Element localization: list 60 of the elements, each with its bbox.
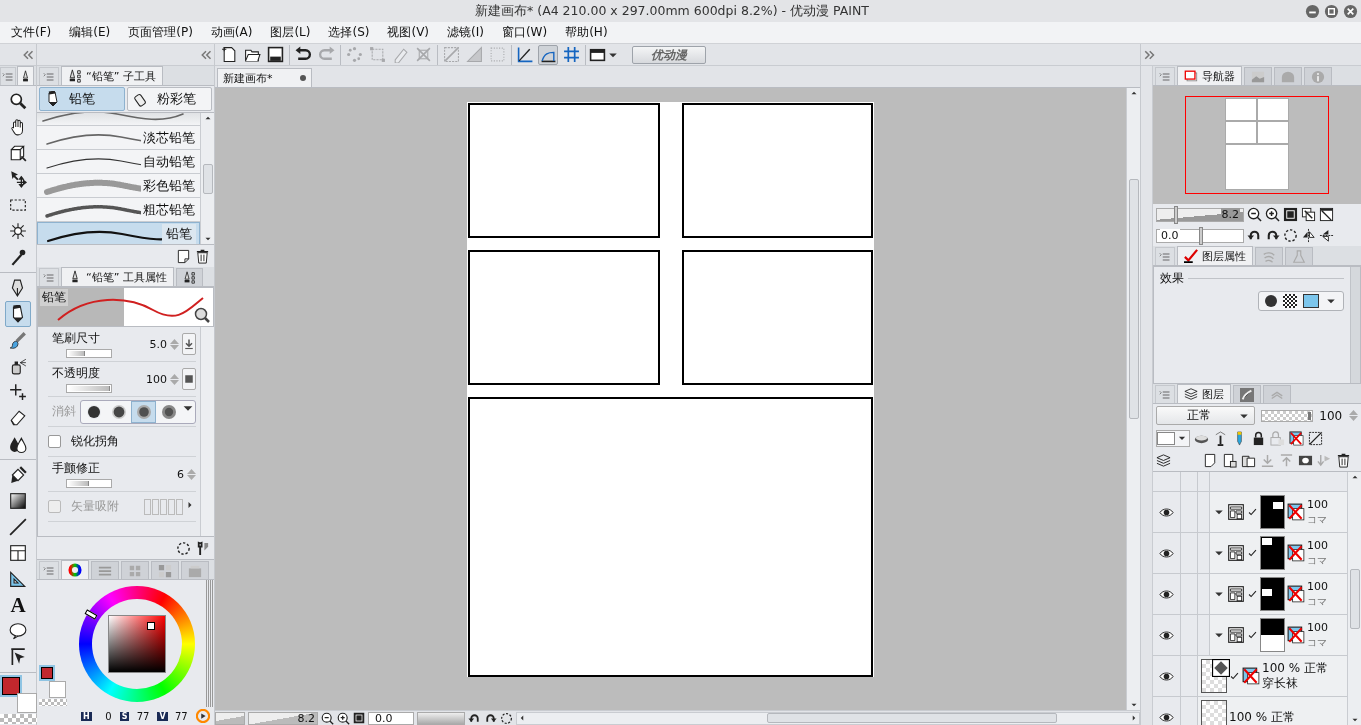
channel-value: 77 bbox=[135, 710, 150, 722]
subtool-group-button[interactable]: 粉彩笔 bbox=[126, 87, 212, 111]
channel-label: V bbox=[157, 711, 168, 721]
section-label: 效果 bbox=[1160, 270, 1184, 287]
layer-opacity: 100 bbox=[1307, 579, 1328, 594]
rotation-box[interactable]: 0.0 bbox=[368, 711, 414, 725]
property-value: 5.0 bbox=[149, 337, 167, 351]
layer-name: コマ bbox=[1307, 513, 1328, 527]
menu-item[interactable]: 图层(L) bbox=[261, 22, 320, 43]
menu-item[interactable]: 视图(V) bbox=[378, 22, 439, 43]
blend-mode-select[interactable]: 正常 bbox=[1156, 406, 1255, 425]
brush-item[interactable]: 铅笔 bbox=[37, 222, 200, 244]
menu-item[interactable]: 选择(S) bbox=[319, 22, 379, 43]
property-label: 不透明度 bbox=[51, 365, 101, 382]
layer-name: コマ bbox=[1307, 595, 1328, 609]
zoom-slider[interactable]: 8.2 bbox=[1156, 207, 1244, 222]
menu-item[interactable]: 滤镜(I) bbox=[438, 22, 493, 43]
tool-button[interactable]: A bbox=[5, 592, 31, 618]
brush-item[interactable]: 淡芯铅笔 bbox=[37, 126, 200, 150]
menu-item[interactable]: 帮助(H) bbox=[556, 22, 617, 43]
property-value: 6 bbox=[177, 467, 184, 481]
checkbox-label: 矢量吸附 bbox=[70, 498, 119, 515]
menu-item[interactable]: 动画(A) bbox=[201, 22, 262, 43]
property-value: 100 bbox=[146, 372, 167, 386]
layer-opacity: 100 bbox=[1307, 538, 1328, 553]
subtool-group-button[interactable]: 铅笔 bbox=[39, 87, 125, 111]
layer-name: コマ bbox=[1307, 636, 1328, 650]
zoom-box[interactable]: 8.2 bbox=[248, 711, 318, 725]
property-label: 笔刷尺寸 bbox=[51, 330, 101, 347]
window-title: 新建画布* (A4 210.00 x 297.00mm 600dpi 8.2%) - 优动漫 PAINT bbox=[474, 2, 870, 20]
layer-opacity: 100 bbox=[1307, 620, 1328, 635]
property-label: 手颤修正 bbox=[51, 460, 101, 477]
menu-item[interactable]: 文件(F) bbox=[2, 22, 61, 43]
channel-value: 77 bbox=[173, 710, 188, 722]
layer-opacity-mode: 100 % 正常 bbox=[1229, 709, 1295, 725]
layer-opacity-mode: 100 % 正常 bbox=[1262, 661, 1328, 676]
channel-label: H bbox=[81, 711, 92, 721]
panel-tab[interactable]: 图层 bbox=[1177, 384, 1231, 403]
menu-item[interactable]: 页面管理(P) bbox=[119, 22, 202, 43]
panel-tab[interactable]: 图层属性 bbox=[1177, 246, 1253, 265]
brush-item[interactable]: 自动铅笔 bbox=[37, 150, 200, 174]
property-label: 消斜 bbox=[51, 403, 76, 420]
checkbox-label: 锐化拐角 bbox=[70, 433, 119, 450]
panel-tab[interactable]: “铅笔” 子工具 bbox=[61, 66, 163, 85]
opacity-value: 100 bbox=[1319, 408, 1343, 423]
panel-tab[interactable]: 导航器 bbox=[1177, 66, 1242, 85]
channel-label: S bbox=[119, 711, 130, 721]
brand-button[interactable]: 优动漫 bbox=[632, 45, 706, 64]
menu-item[interactable]: 编辑(E) bbox=[60, 22, 120, 43]
preview-label: 铅笔 bbox=[40, 289, 68, 306]
layer-opacity: 100 bbox=[1307, 497, 1328, 512]
brush-item[interactable]: 彩色铅笔 bbox=[37, 174, 200, 198]
channel-value: 0 bbox=[104, 710, 112, 722]
rotation-slider[interactable]: 0.0 bbox=[1156, 228, 1244, 243]
brush-item[interactable]: 粗芯铅笔 bbox=[37, 198, 200, 222]
menu-item[interactable]: 窗口(W) bbox=[492, 22, 557, 43]
layer-name: 穿长袜 bbox=[1262, 676, 1299, 691]
document-tab[interactable]: 新建画布* bbox=[217, 68, 312, 87]
layer-name: コマ bbox=[1307, 554, 1328, 568]
panel-tab[interactable]: “铅笔” 工具属性 bbox=[61, 267, 174, 286]
